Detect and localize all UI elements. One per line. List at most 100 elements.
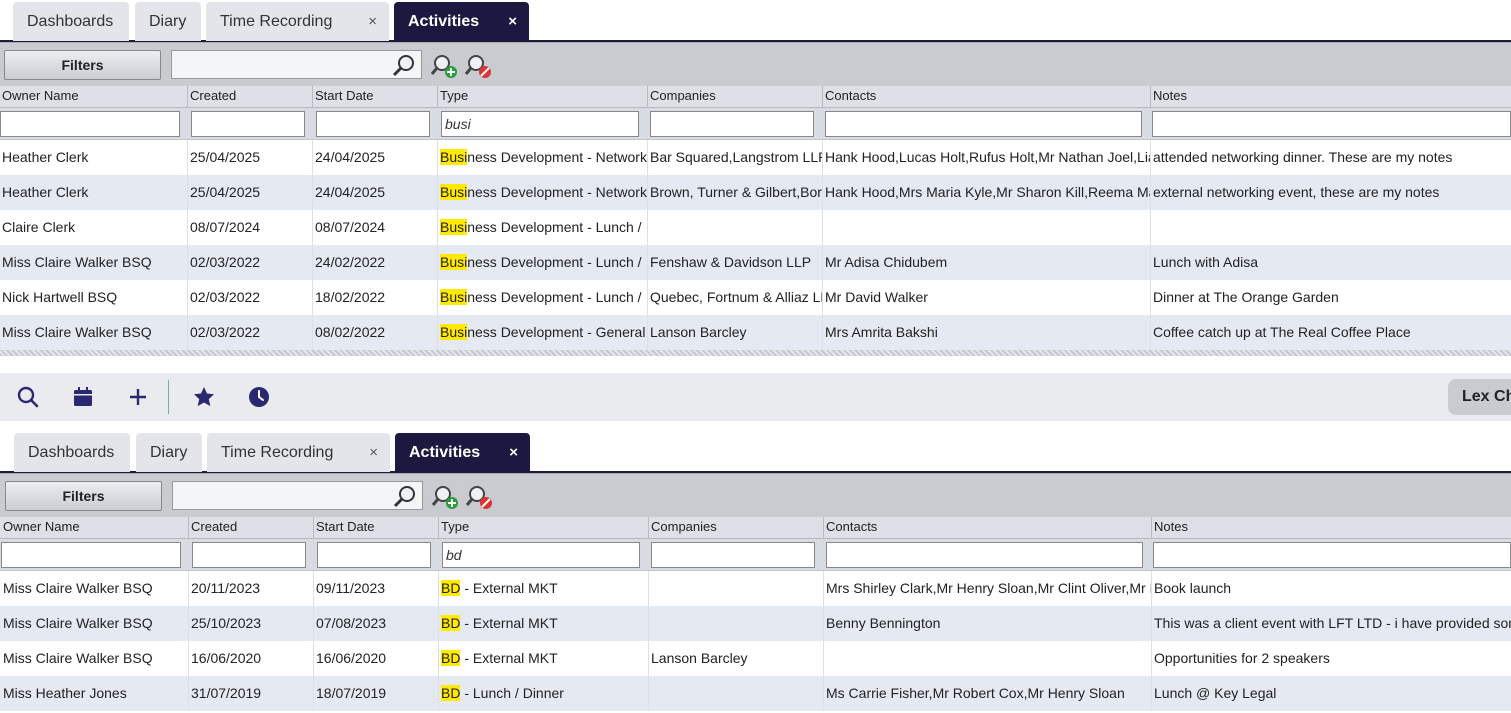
cell-owner: Miss Claire Walker BSQ [2,254,152,270]
clear-filter-icon[interactable] [465,483,495,511]
table-row[interactable]: Miss Claire Walker BSQ 25/10/2023 07/08/… [0,606,1511,641]
table-row[interactable]: Miss Claire Walker BSQ 02/03/2022 24/02/… [0,245,1511,280]
table-row[interactable]: Nick Hartwell BSQ 02/03/2022 18/02/2022 … [0,280,1511,315]
table-row[interactable]: Miss Claire Walker BSQ 16/06/2020 16/06/… [0,641,1511,676]
filters-button[interactable]: Filters [4,50,161,80]
tab-time-recording[interactable]: Time Recording × [206,2,389,41]
cell-start-date: 24/02/2022 [312,245,437,280]
filter-notes[interactable] [1153,542,1511,568]
column-header-companies[interactable]: Companies [647,86,822,108]
activities-panel-top: Dashboards Diary Time Recording × Activit… [0,0,1511,356]
filter-companies[interactable] [650,111,814,137]
column-header-contacts[interactable]: Contacts [822,86,1150,108]
cell-companies: Lanson Barcley [648,641,823,676]
cell-created: 31/07/2019 [188,676,313,711]
close-icon[interactable]: × [369,433,378,472]
activities-panel-bottom: Dashboards Diary Time Recording × Activit… [0,431,1511,711]
search-icon[interactable] [16,385,40,409]
cell-start-date: 24/04/2025 [312,175,437,210]
column-header-start-date[interactable]: Start Date [312,86,437,108]
cell-contacts: Hank Hood,Lucas Holt,Rufus Holt,Mr Natha… [822,140,1150,175]
search-input[interactable] [172,51,390,78]
column-header-created[interactable]: Created [188,517,313,539]
column-header-type[interactable]: Type [437,86,647,108]
tab-activities[interactable]: Activities × [395,433,530,472]
tab-diary[interactable]: Diary [135,2,201,41]
filter-owner-name[interactable] [1,542,181,568]
table-row[interactable]: Miss Heather Jones 31/07/2019 18/07/2019… [0,676,1511,711]
cell-companies: Fenshaw & Davidson LLP [647,245,822,280]
cell-created: 25/04/2025 [187,140,312,175]
tab-dashboards[interactable]: Dashboards [14,433,130,472]
cell-start-date: 18/02/2022 [312,280,437,315]
filter-companies[interactable] [651,542,815,568]
match-highlight: Busi [440,324,468,340]
star-icon[interactable] [192,385,216,409]
column-header-created[interactable]: Created [187,86,312,108]
tab-label: Time Recording [220,13,333,30]
grid-resize-edge[interactable] [0,350,1511,356]
tab-activities[interactable]: Activities × [394,2,529,41]
search-icon[interactable] [391,53,417,77]
grid-header: Owner Name Created Start Date Type Compa… [0,86,1511,108]
column-header-contacts[interactable]: Contacts [823,517,1151,539]
cell-owner: Miss Heather Jones [3,685,127,701]
filter-type[interactable] [442,542,640,568]
close-icon[interactable]: × [509,433,518,472]
cell-owner: Miss Claire Walker BSQ [3,580,153,596]
user-menu-button[interactable]: Lex Ch [1448,379,1511,415]
type-text: - External MKT [460,580,558,596]
filter-notes[interactable] [1152,111,1511,137]
search-input[interactable] [173,482,391,509]
filter-created[interactable] [191,111,305,137]
cell-companies: Bar Squared,Langstrom LLP [647,140,822,175]
tab-dashboards[interactable]: Dashboards [13,2,129,41]
toolbar-divider [168,380,169,414]
filter-start-date[interactable] [317,542,431,568]
cell-notes: Book launch [1151,571,1511,606]
add-filter-icon[interactable] [431,483,461,511]
tab-label: Dashboards [27,13,114,30]
column-header-companies[interactable]: Companies [648,517,823,539]
app-toolbar: Lex Ch [0,373,1511,421]
table-row[interactable]: Miss Claire Walker BSQ 02/03/2022 08/02/… [0,315,1511,350]
search-box [171,50,422,79]
plus-icon[interactable] [126,385,150,409]
tab-time-recording[interactable]: Time Recording × [207,433,390,472]
cell-notes: Lunch @ Key Legal [1151,676,1511,711]
tab-label: Activities [408,13,480,30]
column-header-owner-name[interactable]: Owner Name [0,86,187,108]
search-icon[interactable] [392,484,418,508]
column-header-notes[interactable]: Notes [1151,517,1511,539]
tab-diary[interactable]: Diary [136,433,202,472]
column-header-notes[interactable]: Notes [1150,86,1511,108]
table-row[interactable]: Claire Clerk 08/07/2024 08/07/2024 Busin… [0,210,1511,245]
filter-owner-name[interactable] [0,111,180,137]
filter-contacts[interactable] [826,542,1143,568]
cell-type: Business Development - General [437,315,647,350]
table-row[interactable]: Miss Claire Walker BSQ 20/11/2023 09/11/… [0,571,1511,606]
filters-button[interactable]: Filters [5,481,162,511]
filter-contacts[interactable] [825,111,1142,137]
filter-start-date[interactable] [316,111,430,137]
cell-contacts: Mr Adisa Chidubem [822,245,1150,280]
type-text: ness Development - Network [467,149,647,165]
cell-type: BD - External MKT [438,641,648,676]
cell-contacts: Mrs Amrita Bakshi [822,315,1150,350]
column-header-owner-name[interactable]: Owner Name [1,517,188,539]
column-header-start-date[interactable]: Start Date [313,517,438,539]
grid-body: Miss Claire Walker BSQ 20/11/2023 09/11/… [0,571,1511,711]
cell-type: Business Development - Network [437,140,647,175]
tab-label: Diary [149,13,187,30]
filter-type[interactable] [441,111,639,137]
close-icon[interactable]: × [368,2,377,41]
table-row[interactable]: Heather Clerk 25/04/2025 24/04/2025 Busi… [0,140,1511,175]
column-header-type[interactable]: Type [438,517,648,539]
filter-created[interactable] [192,542,306,568]
table-row[interactable]: Heather Clerk 25/04/2025 24/04/2025 Busi… [0,175,1511,210]
calendar-icon[interactable] [71,385,95,409]
close-icon[interactable]: × [508,2,517,41]
clock-icon[interactable] [247,385,271,409]
clear-filter-icon[interactable] [464,52,494,80]
add-filter-icon[interactable] [430,52,460,80]
